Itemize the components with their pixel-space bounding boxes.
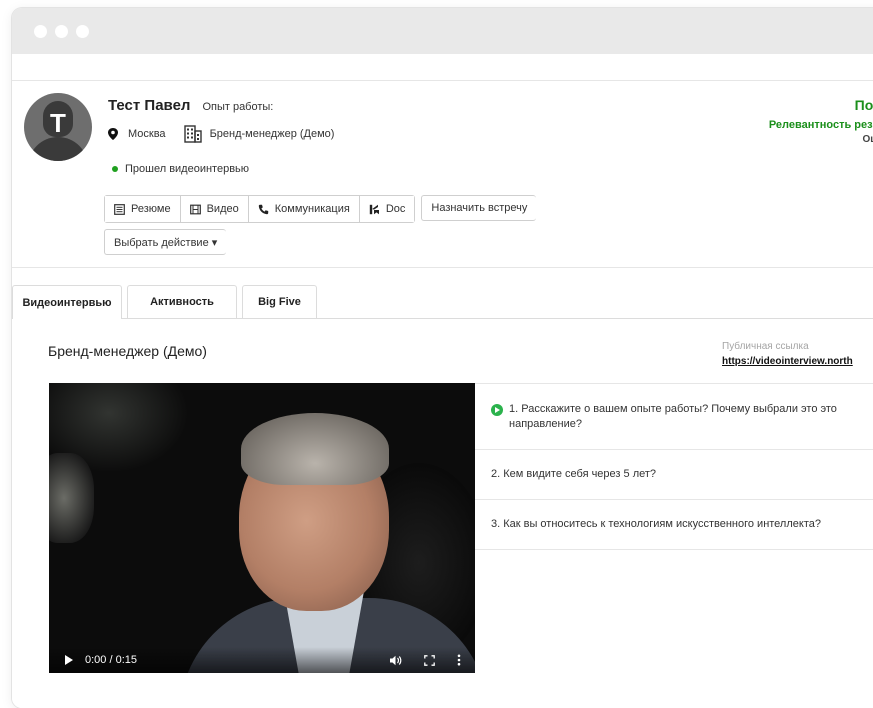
fullscreen-icon[interactable] (424, 654, 435, 666)
tab-bar: Видеоинтервью Активность Big Five (12, 268, 873, 319)
choose-action-label: Выбрать действие ▾ (114, 236, 218, 249)
schedule-meeting-button[interactable]: Назначить встречу (421, 195, 537, 221)
interview-content: Бренд-менеджер (Демо) Публичная ссылка h… (12, 319, 873, 708)
video-background-plant (49, 453, 94, 543)
candidate-position: Бренд-менеджер (Демо) (209, 128, 335, 140)
avatar-body (28, 137, 88, 161)
candidate-city: Москва (128, 128, 166, 140)
interview-job-title: Бренд-менеджер (Демо) (48, 343, 207, 359)
status-row: Прошел видеоинтервью (112, 163, 249, 175)
location-pin-icon (108, 128, 118, 140)
tab-big-five-label: Big Five (258, 296, 301, 308)
play-icon[interactable] (65, 655, 73, 665)
window-close-dot[interactable] (34, 24, 47, 38)
relevance-title: Под (854, 97, 873, 113)
doc-icon (369, 204, 379, 214)
question-item[interactable]: 3. Как вы относитесь к технологиям искус… (475, 499, 873, 549)
doc-button-label: Doc (385, 203, 406, 215)
candidate-name: Тест Павел (108, 97, 191, 114)
communication-button[interactable]: Коммуникация (248, 196, 360, 222)
status-dot-icon (112, 166, 118, 172)
tab-activity[interactable]: Активность (127, 285, 237, 318)
video-button[interactable]: Видео (180, 196, 249, 222)
choose-action-row: Выбрать действие ▾ (104, 229, 227, 255)
tab-video-interview[interactable]: Видеоинтервью (12, 285, 122, 319)
question-item[interactable]: 2. Кем видите себя через 5 лет? (475, 449, 873, 499)
question-text: 3. Как вы относитесь к технологиям искус… (491, 518, 821, 530)
relevance-subtitle: Релевантность резю (768, 119, 873, 131)
experience-label: Опыт работы: (202, 101, 274, 113)
tab-video-interview-label: Видеоинтервью (22, 296, 112, 309)
video-player[interactable]: 0:00 / 0:15 (49, 383, 475, 673)
video-person-hair (241, 413, 389, 485)
browser-window: T Тест Павел Опыт работы: Москва Бренд-м… (12, 8, 873, 708)
question-list-end-divider (475, 549, 873, 550)
more-options-icon[interactable] (457, 654, 461, 666)
candidate-status: Прошел видеоинтервью (125, 163, 250, 175)
film-icon (189, 204, 201, 214)
top-strip (12, 54, 873, 81)
public-link-label: Публичная ссылка (722, 341, 809, 352)
window-minimize-dot[interactable] (55, 24, 68, 38)
video-controls-right (390, 654, 461, 666)
public-link[interactable]: https://videointerview.north (722, 356, 853, 367)
action-buttons: Резюме Видео Коммуникация Doc Назначить … (104, 195, 537, 223)
avatar: T (24, 93, 92, 161)
video-time: 0:00 / 0:15 (85, 654, 137, 666)
window-titlebar (12, 8, 873, 54)
resume-button-label: Резюме (131, 203, 171, 215)
video-controls: 0:00 / 0:15 (49, 647, 475, 673)
location-row: Москва Бренд-менеджер (Демо) (108, 125, 334, 143)
volume-icon[interactable] (390, 655, 402, 666)
choose-action-dropdown[interactable]: Выбрать действие ▾ (104, 229, 227, 255)
communication-button-label: Коммуникация (274, 203, 350, 215)
question-text: 2. Кем видите себя через 5 лет? (491, 468, 657, 480)
tab-activity-label: Активность (150, 296, 214, 308)
window-maximize-dot[interactable] (76, 24, 89, 38)
schedule-meeting-label: Назначить встречу (431, 202, 528, 214)
name-row: Тест Павел Опыт работы: (108, 97, 273, 114)
document-icon (114, 203, 125, 215)
resume-button[interactable]: Резюме (105, 196, 181, 222)
candidate-tabs-group: Резюме Видео Коммуникация Doc (104, 195, 416, 223)
tab-big-five[interactable]: Big Five (242, 285, 317, 318)
relevance-score-label: Оце (862, 134, 873, 145)
question-list: 1. Расскажите о вашем опыте работы? Поче… (475, 383, 873, 550)
avatar-letter: T (50, 108, 66, 138)
question-play-icon[interactable] (491, 404, 503, 416)
building-icon (183, 125, 202, 143)
phone-icon (258, 204, 268, 214)
video-button-label: Видео (206, 203, 239, 215)
relevance-panel: Под Релевантность резю Оце (712, 97, 873, 145)
question-item[interactable]: 1. Расскажите о вашем опыте работы? Поче… (475, 383, 873, 449)
public-link-block: Публичная ссылка https://videointerview.… (722, 341, 853, 367)
doc-button[interactable]: Doc (359, 196, 415, 222)
candidate-profile: T Тест Павел Опыт работы: Москва Бренд-м… (12, 81, 873, 268)
question-text: 1. Расскажите о вашем опыте работы? Поче… (509, 403, 837, 430)
